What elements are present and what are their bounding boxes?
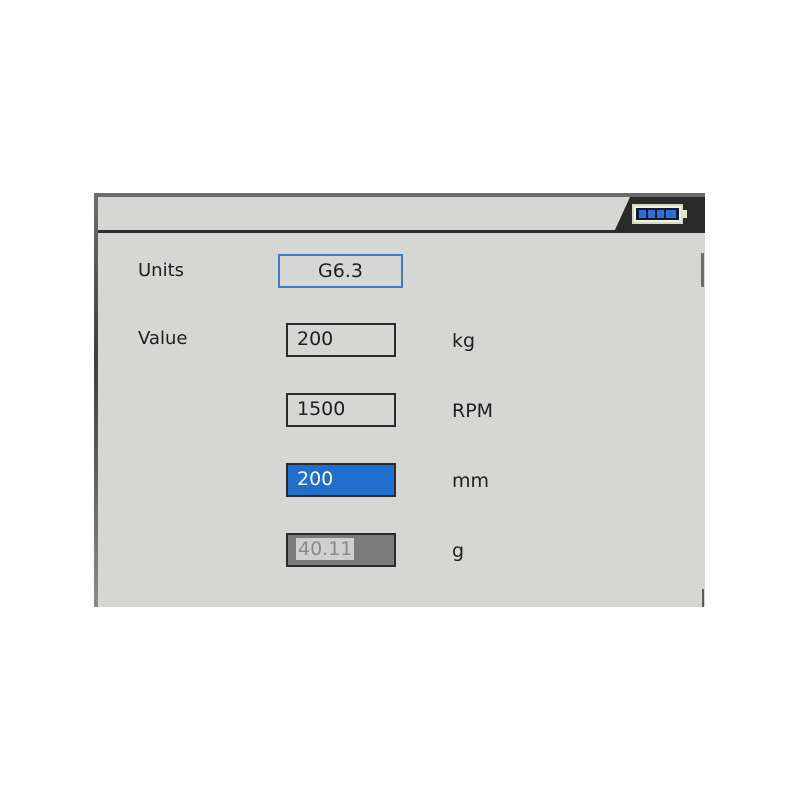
value-field-rpm[interactable]: 1500 [286,393,396,427]
scroll-indicator-bottom [702,589,704,607]
unit-label-kg: kg [452,330,476,352]
units-label: Units [138,260,185,281]
units-selector[interactable]: G6.3 [278,254,403,288]
title-bar-divider [98,230,705,233]
battery-icon [632,204,687,224]
value-field-g: 40.11 [286,533,396,567]
unit-label-g: g [452,540,465,562]
value-field-mm[interactable]: 200 [286,463,396,497]
screen-left-border [94,193,98,607]
title-bar [98,197,705,231]
scroll-indicator-top [701,253,704,287]
value-field-kg[interactable]: 200 [286,323,396,357]
device-screen: Units G6.3 Value 200 kg 1500 RPM 200 mm … [94,193,705,607]
value-label: Value [138,328,188,349]
unit-label-rpm: RPM [452,400,494,422]
unit-label-mm: mm [452,470,490,492]
value-field-g-text: 40.11 [296,538,355,560]
